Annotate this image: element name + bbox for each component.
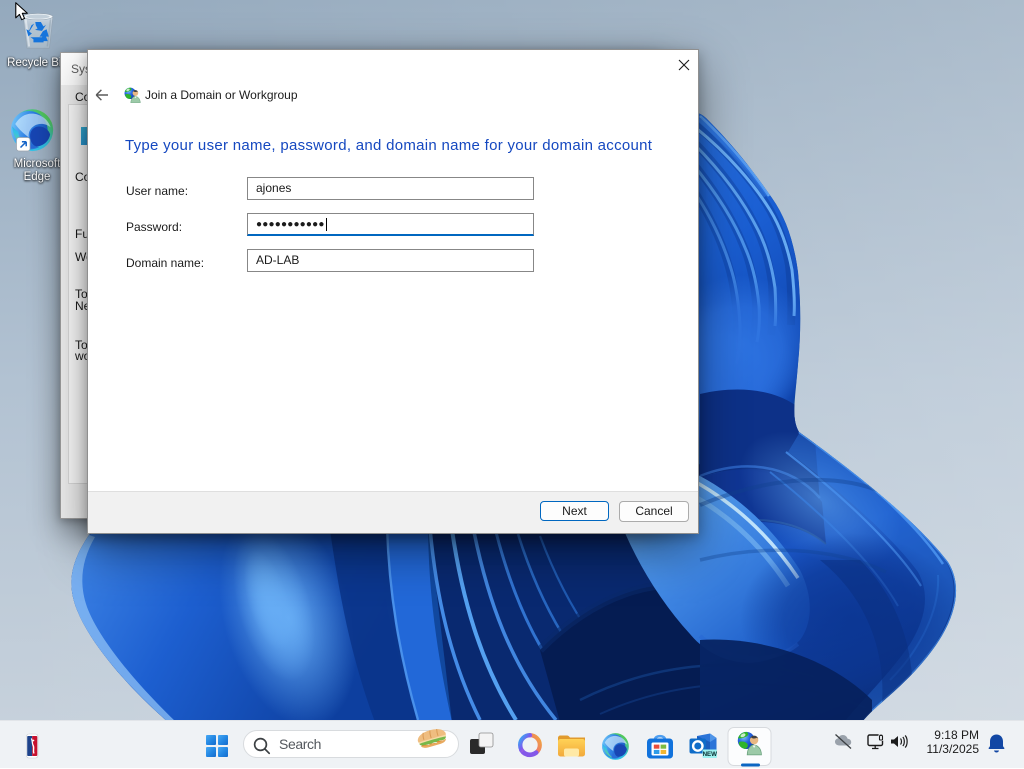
- svg-text:NEW: NEW: [703, 751, 718, 758]
